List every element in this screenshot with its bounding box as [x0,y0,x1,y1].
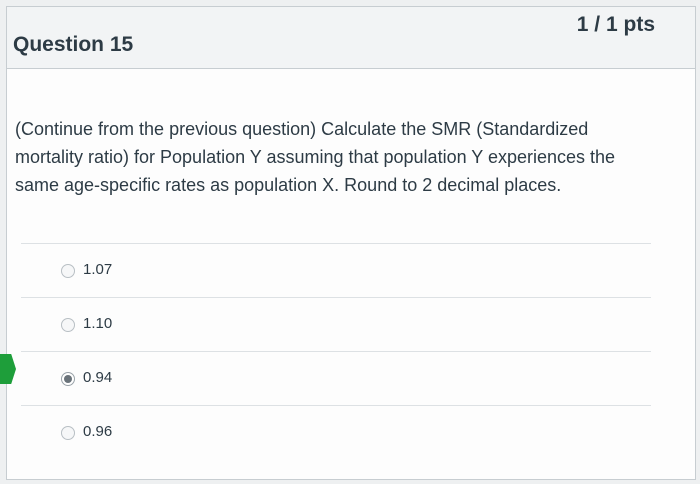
answer-option-2[interactable]: 1.10 [21,297,651,351]
answer-label-4: 0.96 [83,423,113,440]
question-text: (Continue from the previous question) Ca… [15,119,616,195]
answer-option-3[interactable]: 0.94 [21,351,651,405]
answer-option-1[interactable]: 1.07 [21,243,651,297]
answer-radio-4[interactable] [61,426,75,440]
question-card: Question 15 1 / 1 pts (Continue from the… [6,6,696,480]
answer-radio-1[interactable] [61,264,75,278]
question-header: Question 15 1 / 1 pts [7,7,695,69]
answer-option-4[interactable]: 0.96 [21,405,651,459]
answer-radio-2[interactable] [61,318,75,332]
question-points: 1 / 1 pts [576,13,655,36]
answer-radio-3-selected[interactable] [61,372,75,386]
answer-label-1: 1.07 [83,261,113,278]
question-title: Question 15 [13,33,134,56]
answer-label-2: 1.10 [83,315,113,332]
answer-label-3: 0.94 [83,369,113,386]
